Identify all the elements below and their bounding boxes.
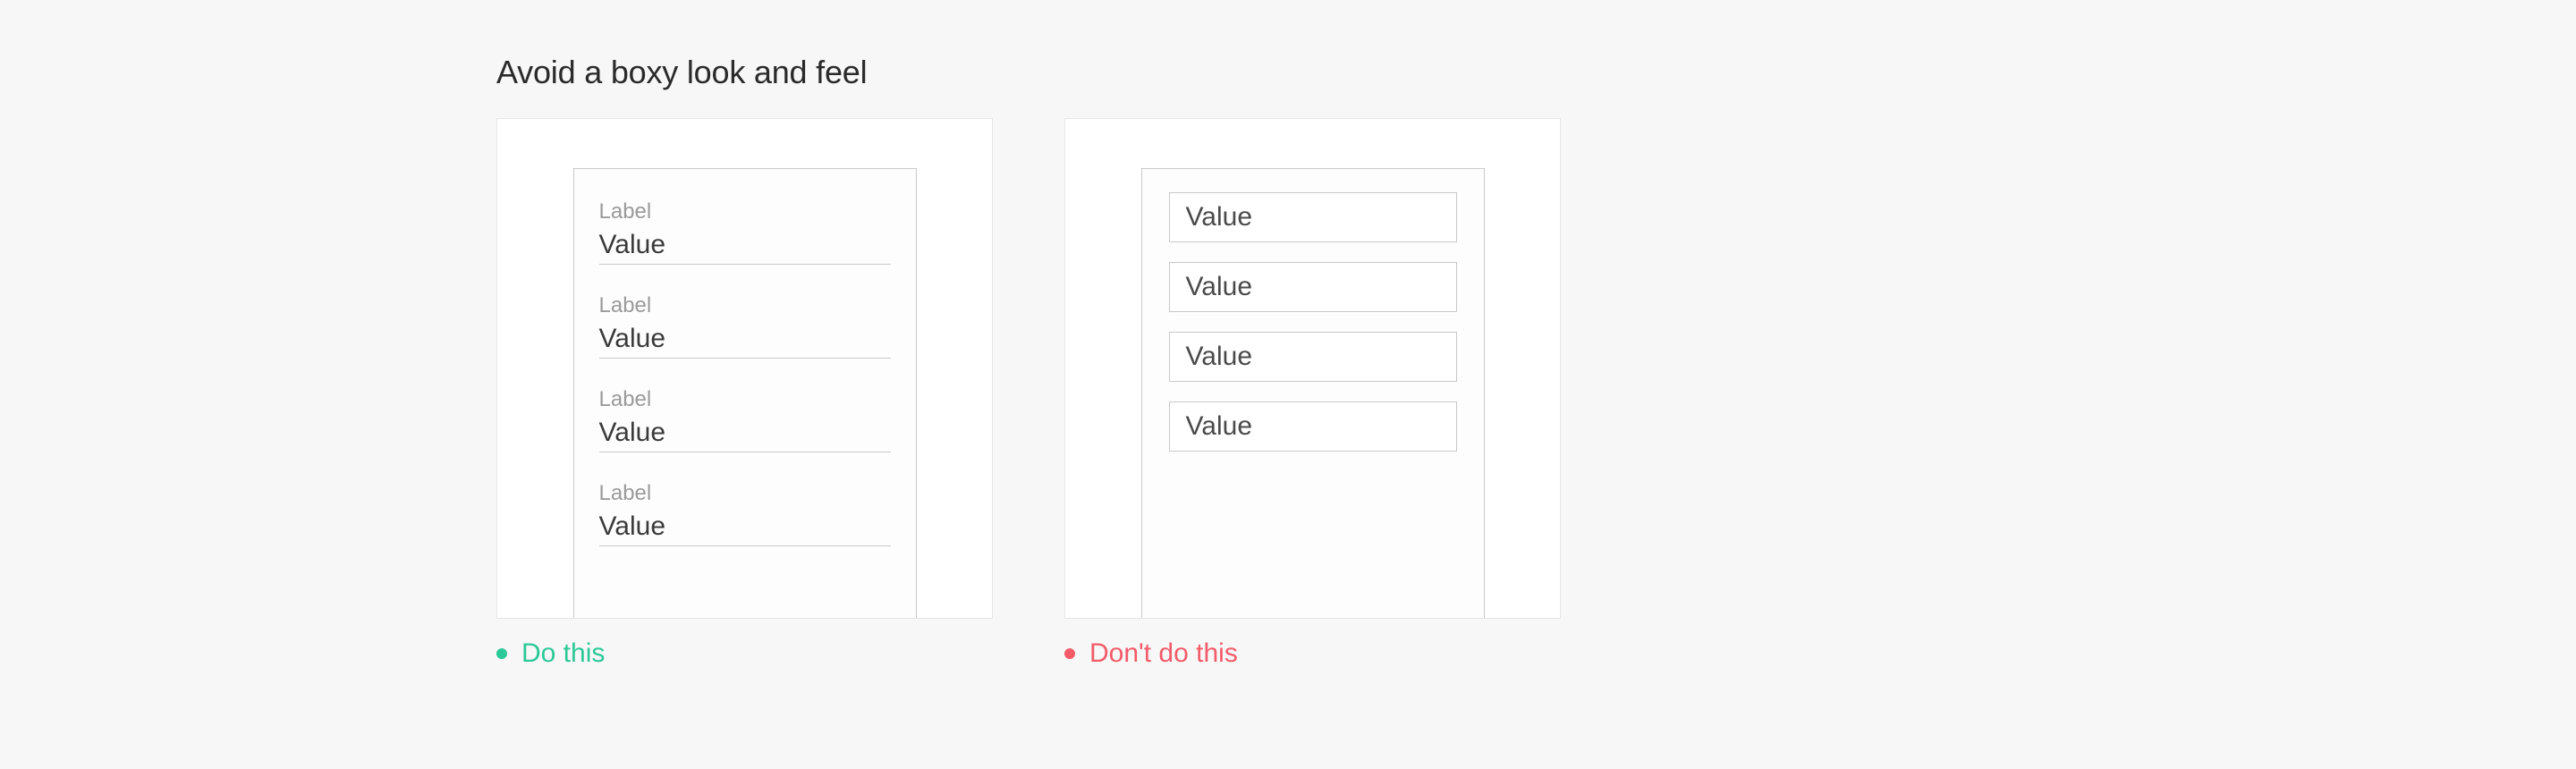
field-label: Label bbox=[599, 481, 891, 506]
field-value: Value bbox=[599, 511, 891, 542]
dont-example: Value Value Value Value Don't do this bbox=[1064, 118, 1561, 669]
field-value: Value bbox=[1186, 411, 1440, 442]
form-field: Label Value bbox=[599, 469, 891, 546]
caption-text: Don't do this bbox=[1089, 638, 1238, 669]
field-label: Label bbox=[599, 293, 891, 318]
field-value: Value bbox=[599, 324, 891, 354]
form-field-boxed: Value bbox=[1169, 262, 1457, 312]
dot-icon bbox=[1064, 648, 1075, 659]
form-field-boxed: Value bbox=[1169, 192, 1457, 242]
field-label: Label bbox=[599, 199, 891, 224]
dont-form-panel: Value Value Value Value bbox=[1141, 168, 1485, 619]
do-form-panel: Label Value Label Value Label Value Labe… bbox=[573, 168, 917, 619]
dont-card: Value Value Value Value bbox=[1064, 118, 1561, 619]
do-example: Label Value Label Value Label Value Labe… bbox=[496, 118, 993, 669]
form-field: Label Value bbox=[599, 375, 891, 452]
field-value: Value bbox=[599, 230, 891, 260]
field-value: Value bbox=[1186, 202, 1440, 232]
dot-icon bbox=[496, 648, 507, 659]
field-label: Label bbox=[599, 387, 891, 412]
form-field: Label Value bbox=[599, 281, 891, 359]
form-field: Label Value bbox=[599, 187, 891, 265]
field-value: Value bbox=[1186, 272, 1440, 302]
caption-text: Do this bbox=[521, 638, 605, 669]
form-field-boxed: Value bbox=[1169, 332, 1457, 382]
dont-caption: Don't do this bbox=[1064, 638, 1561, 669]
field-value: Value bbox=[599, 418, 891, 448]
do-caption: Do this bbox=[496, 638, 993, 669]
field-value: Value bbox=[1186, 342, 1440, 372]
guideline-title: Avoid a boxy look and feel bbox=[496, 54, 2080, 91]
do-card: Label Value Label Value Label Value Labe… bbox=[496, 118, 993, 619]
form-field-boxed: Value bbox=[1169, 401, 1457, 452]
